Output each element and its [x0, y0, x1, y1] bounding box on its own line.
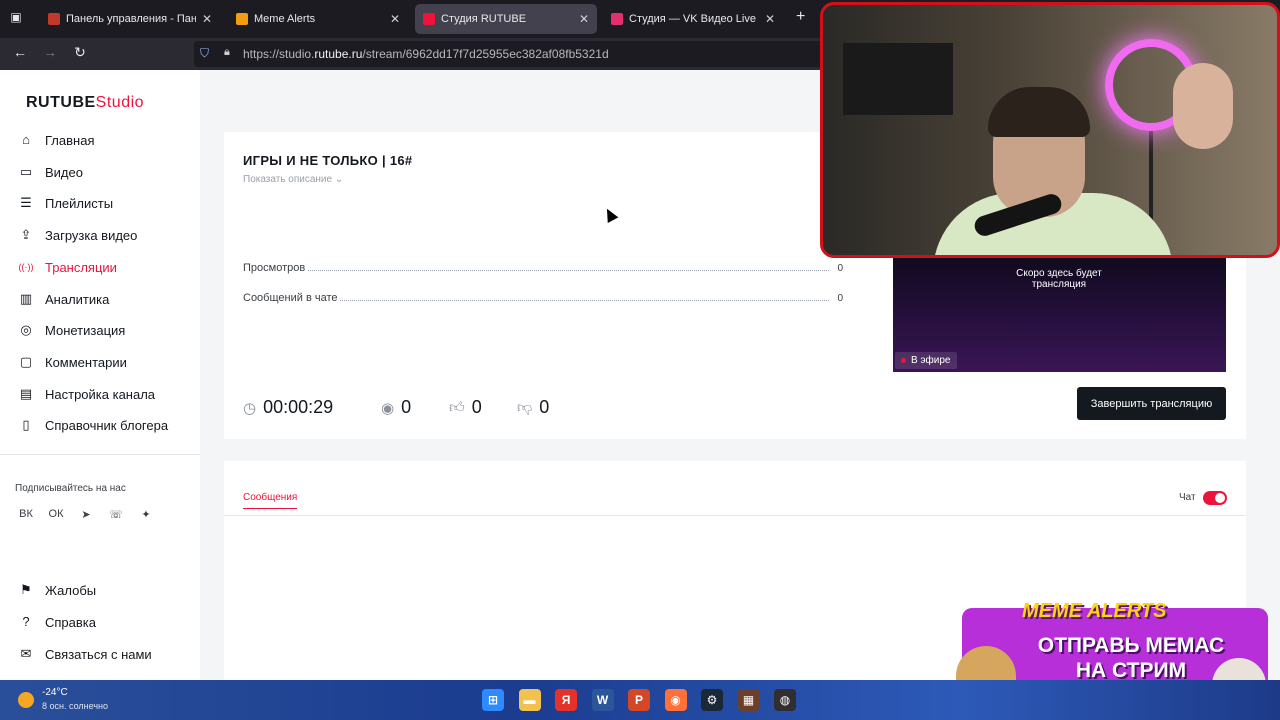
vk-icon[interactable]: ВК [16, 508, 36, 526]
sidebar-item-playlists[interactable]: ☰ Плейлисты [18, 192, 113, 214]
sidebar-item-upload[interactable]: ⇪ Загрузка видео [18, 224, 138, 246]
close-tab-icon[interactable]: ✕ [390, 12, 400, 26]
likes-metric: 👍︎ 0 [449, 397, 482, 417]
reload-icon[interactable]: ↻ [70, 44, 90, 61]
comment-icon: ▢ [19, 354, 33, 369]
close-tab-icon[interactable]: ✕ [765, 12, 775, 26]
live-badge: В эфире [895, 352, 957, 369]
powerpoint-icon[interactable]: P [628, 689, 650, 711]
broadcast-icon: ((·)) [18, 262, 34, 272]
new-tab-icon[interactable]: + [796, 8, 805, 26]
game-app-icon[interactable]: ▦ [737, 689, 760, 711]
settings-icon: ▤ [19, 386, 33, 401]
sidebar: RUTUBEStudio ⌂ Главная ▭ Видео ☰ Плейлисты … [0, 70, 200, 680]
book-icon: ▯ [22, 417, 30, 432]
weather-description[interactable]: 8 осн. солнечно [42, 701, 108, 711]
file-explorer-icon[interactable]: ▬ [518, 689, 541, 711]
tab-meme-alerts[interactable]: Meme Alerts ✕ [228, 4, 408, 34]
mail-icon: ✉ [20, 646, 32, 661]
lock-icon[interactable]: 🔒︎ [224, 46, 230, 59]
close-tab-icon[interactable]: ✕ [579, 12, 589, 26]
chat-toggle[interactable] [1203, 491, 1227, 505]
viber-icon[interactable]: ☏ [106, 508, 126, 526]
sidebar-divider [0, 454, 200, 455]
end-stream-button[interactable]: Завершить трансляцию [1077, 387, 1226, 420]
dotted-leader [243, 270, 829, 271]
sidebar-item-channel-settings[interactable]: ▤ Настройка канала [18, 383, 155, 405]
chevron-down-icon: ⌄ [334, 174, 344, 185]
rutube-studio-logo[interactable]: RUTUBEStudio [26, 94, 144, 112]
coin-icon: ◎ [20, 322, 32, 337]
windows-start-icon[interactable]: ⊞ [482, 689, 504, 711]
home-icon: ⌂ [22, 132, 30, 147]
meme-alerts-logo: MEME ALERTS [1022, 600, 1167, 622]
dislikes-metric: 👎︎ 0 [517, 397, 550, 417]
telegram-icon[interactable]: ➤ [76, 508, 96, 526]
subscribe-label: Подписывайтесь на нас [15, 483, 126, 494]
sidebar-item-analytics[interactable]: ▥ Аналитика [18, 288, 110, 310]
windows-taskbar: -24°C 8 осн. солнечно ⊞ ▬ Я W P ◉ ⚙ ▦ ◍ [0, 680, 1280, 720]
webcam-person-hand [1173, 63, 1233, 149]
views-stat: Просмотров 0 [243, 262, 843, 274]
close-tab-icon[interactable]: ✕ [202, 12, 212, 26]
sidebar-item-monetization[interactable]: ◎ Монетизация [18, 319, 125, 341]
tab-rutube-studio[interactable]: Студия RUTUBE ✕ [415, 4, 597, 34]
back-arrow-icon[interactable]: ← [10, 44, 30, 60]
sidebar-item-streams[interactable]: ((·)) Трансляции [18, 256, 117, 278]
word-icon[interactable]: W [591, 689, 614, 711]
clock-icon: ◷ [243, 399, 257, 417]
tab-favicon-icon [236, 13, 248, 25]
show-description-link[interactable]: Показать описание ⌄ [243, 174, 343, 185]
url-bar[interactable]: ⛉ 🔒︎ https://studio.rutube.ru/stream/696… [194, 41, 834, 67]
tab-control-panel[interactable]: Панель управления - Панель у ✕ [40, 4, 220, 34]
weather-sun-icon[interactable] [18, 692, 34, 708]
url-text[interactable]: https://studio.rutube.ru/stream/6962dd17… [243, 47, 609, 61]
chat-toggle-label: Чат [1179, 492, 1196, 503]
tab-favicon-icon [611, 13, 623, 25]
analytics-icon: ▥ [19, 291, 33, 306]
thumbs-down-icon: 👎︎ [517, 398, 533, 416]
tab-vk-video-live[interactable]: Студия — VK Видео Live ✕ [603, 4, 783, 34]
steam-icon[interactable]: ⚙ [701, 689, 723, 711]
sidebar-item-help[interactable]: ? Справка [18, 611, 96, 633]
sidebar-item-blogger-guide[interactable]: ▯ Справочник блогера [18, 414, 168, 436]
shield-icon[interactable]: ⛉ [200, 46, 209, 61]
obs-icon[interactable]: ◍ [774, 689, 796, 711]
firefox-icon[interactable]: ◉ [664, 689, 687, 711]
forward-arrow-icon[interactable]: → [40, 44, 60, 60]
preview-placeholder-text: Скоро здесь будет трансляция [1016, 268, 1102, 290]
viewer-icon: ◉ [381, 399, 395, 417]
meme-banner-line-1: ОТПРАВЬ МЕМАС [1037, 634, 1225, 657]
sidebar-item-home[interactable]: ⌂ Главная [18, 129, 94, 151]
sidebar-item-comments[interactable]: ▢ Комментарии [18, 351, 127, 373]
playlist-icon: ☰ [20, 195, 32, 210]
thumbs-up-icon: 👍︎ [449, 398, 465, 416]
yandex-browser-icon[interactable]: Я [555, 689, 577, 711]
tab-divider [224, 515, 1246, 516]
duration-metric: ◷ 00:00:29 [243, 397, 334, 417]
viewers-metric: ◉ 0 [381, 397, 412, 417]
tab-messages[interactable]: Сообщения [243, 492, 298, 509]
sidebar-item-video[interactable]: ▭ Видео [18, 161, 83, 183]
chat-messages-stat: Сообщений в чате 0 [243, 292, 843, 304]
stream-title: ИГРЫ И НЕ ТОЛЬКО | 16# [243, 153, 413, 168]
tab-list-icon[interactable]: ▣ [8, 10, 24, 26]
stream-preview[interactable]: Скоро здесь будет трансляция В эфире [893, 258, 1226, 372]
dzen-icon[interactable]: ✦ [136, 508, 156, 526]
video-icon: ▭ [19, 164, 33, 179]
tab-favicon-icon [423, 13, 435, 25]
weather-temperature[interactable]: -24°C [42, 687, 68, 698]
tab-favicon-icon [48, 13, 60, 25]
sidebar-item-complaints[interactable]: ⚑ Жалобы [18, 579, 96, 601]
webcam-tv [843, 43, 953, 115]
sidebar-item-contact[interactable]: ✉ Связаться с нами [18, 643, 152, 665]
odnoklassniki-icon[interactable]: ОК [46, 508, 66, 526]
flag-icon: ⚑ [20, 582, 32, 597]
help-icon: ? [22, 614, 30, 629]
webcam-overlay [820, 2, 1280, 258]
upload-icon: ⇪ [20, 227, 32, 242]
